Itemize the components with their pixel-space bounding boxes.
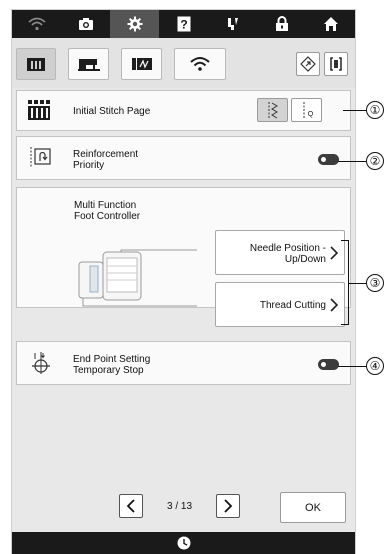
chevron-right-icon: [224, 499, 233, 513]
needle-position-label-2: Up/Down: [284, 254, 326, 265]
callout-line-3: [349, 283, 366, 284]
callout-3: ③: [366, 274, 384, 292]
home-tab[interactable]: [306, 10, 355, 38]
tab-machine-settings[interactable]: [16, 48, 56, 80]
initial-stitch-label: Initial Stitch Page: [73, 106, 151, 117]
stitch-page-icon: [28, 100, 50, 120]
sewing-machine-icon: [77, 59, 100, 71]
wifi-icon: [27, 17, 46, 31]
lock-icon: [275, 16, 288, 31]
callout-bracket-3: [341, 240, 349, 325]
straight-stitch-option[interactable]: Q: [291, 98, 322, 122]
settings-category-bar: [12, 38, 355, 88]
multi-function-row: Multi Function Foot Controller Needle Po…: [16, 187, 351, 327]
machine-settings-icon: [27, 58, 45, 71]
end-point-row: End Point Setting Temporary Stop: [16, 341, 351, 385]
end-point-icon: [32, 352, 50, 374]
home-icon: [323, 17, 338, 31]
callout-line-4: [338, 366, 366, 367]
reinforcement-icon: [30, 147, 51, 168]
prev-page-button[interactable]: [119, 494, 143, 518]
page-counter: 3 / 13: [167, 501, 193, 512]
camera-icon: [78, 18, 93, 30]
tab-wireless[interactable]: [174, 48, 226, 80]
device-screen: ? Initial Stitch Page Q Reinforcement Pr…: [11, 9, 356, 554]
zigzag-stitch-option[interactable]: [257, 98, 288, 122]
reinforcement-label-1: Reinforcement: [73, 149, 139, 160]
callout-4: ④: [366, 357, 384, 375]
multi-function-title-1: Multi Function: [74, 200, 137, 211]
foot-controller-icon: [78, 249, 197, 307]
straight-stitch-icon: [303, 102, 305, 118]
wifi-tab[interactable]: [12, 10, 61, 38]
reinforcement-toggle[interactable]: [318, 154, 339, 165]
multi-function-title-2: Foot Controller: [74, 211, 141, 222]
help-tab[interactable]: ?: [159, 10, 208, 38]
bottom-status-bar: [12, 532, 355, 554]
ok-button[interactable]: OK: [280, 492, 346, 523]
wireless-icon: [190, 57, 210, 71]
gear-icon: [127, 16, 142, 32]
needle-tab[interactable]: [208, 10, 257, 38]
diamond-button[interactable]: [296, 52, 320, 76]
end-point-toggle[interactable]: [318, 359, 339, 370]
thread-cutting-label: Thread Cutting: [259, 300, 326, 311]
callout-2: ②: [366, 152, 384, 170]
clock-icon[interactable]: [177, 536, 191, 550]
top-tab-bar: ?: [12, 10, 355, 38]
callout-line-1: [343, 110, 366, 111]
end-point-label-2: Temporary Stop: [73, 365, 144, 376]
callout-1: ①: [366, 101, 384, 119]
needle-position-label-1: Needle Position -: [249, 243, 326, 254]
reinforcement-label-2: Priority: [73, 160, 105, 171]
reinforcement-row: Reinforcement Priority: [16, 136, 351, 180]
tab-sewing[interactable]: [68, 48, 109, 80]
initial-stitch-row: Initial Stitch Page Q: [16, 90, 351, 131]
embroidery-frame-icon: [131, 58, 152, 70]
chevron-right-icon: [330, 246, 338, 260]
thread-cutting-button[interactable]: Thread Cutting: [215, 282, 345, 327]
diamond-icon: [300, 56, 316, 72]
tab-embroidery[interactable]: [121, 48, 162, 80]
camera-tab[interactable]: [61, 10, 110, 38]
chevron-right-icon: [330, 298, 338, 312]
zigzag-stitch-icon: [268, 102, 278, 119]
needle-position-button[interactable]: Needle Position - Up/Down: [215, 230, 345, 275]
lock-tab[interactable]: [257, 10, 306, 38]
help-icon: ?: [177, 16, 190, 32]
end-point-label-1: End Point Setting: [73, 354, 151, 365]
straight-stitch-label: Q: [307, 110, 314, 118]
chevron-left-icon: [126, 499, 135, 513]
svg-text:?: ?: [180, 18, 187, 32]
callout-line-2: [338, 161, 366, 162]
next-page-button[interactable]: [216, 494, 240, 518]
settings-tab[interactable]: [110, 10, 159, 38]
needle-icon: [227, 18, 238, 30]
bracket-button[interactable]: [324, 52, 348, 76]
bracket-icon: [330, 57, 342, 71]
